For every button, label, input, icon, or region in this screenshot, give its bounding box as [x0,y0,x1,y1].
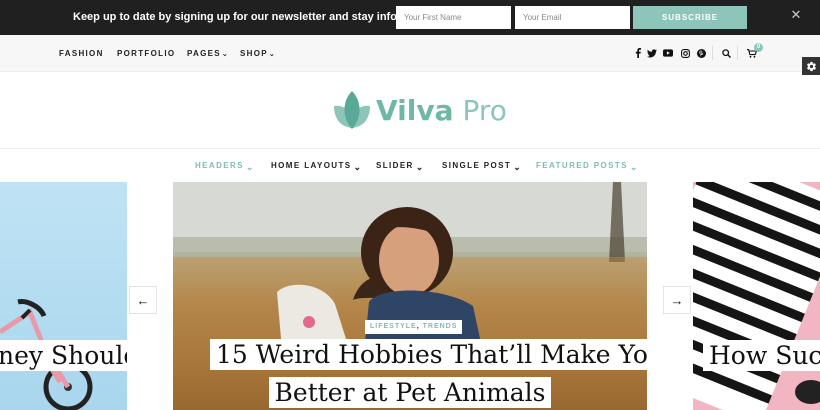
slider-prev-button[interactable]: ← [129,286,157,314]
chevron-down-icon: ⌄ [245,162,255,172]
subscribe-button[interactable]: SUBSCRIBE [633,6,747,29]
first-name-input[interactable] [396,6,511,29]
main-nav-featured-posts[interactable]: FEATURED POSTS ⌄ [536,160,639,172]
chevron-down-icon: ⌄ [629,162,639,172]
top-menu-item-fashion[interactable]: FASHION [59,49,104,58]
slide-title[interactable]: ney Should [0,340,127,371]
facebook-icon[interactable] [633,47,643,59]
chevron-down-icon: ⌄ [415,162,425,172]
category-link[interactable]: TRENDS [423,323,458,330]
newsletter-bar: Keep up to date by signing up for our ne… [0,0,820,35]
bicycle-image [0,299,93,410]
logo-name: Vilva [376,94,454,127]
instagram-icon[interactable] [680,47,690,59]
striped-notebook-image [693,182,820,410]
post-slider: ney Should 15 Weird Hobbies That’ll Make… [0,182,820,410]
youtube-icon[interactable] [663,47,673,59]
newsletter-message: Keep up to date by signing up for our ne… [73,11,427,23]
slide-previous[interactable]: ney Should [0,182,127,410]
top-menu-item-portfolio[interactable]: PORTFOLIO [117,49,175,58]
slide-next[interactable]: How Succ [693,182,820,410]
slide-current[interactable]: 15 Weird Hobbies That’ll Make You Better… [173,182,647,410]
logo-suffix: Pro [462,94,507,127]
leaf-logo-icon [334,91,370,129]
category-link[interactable]: LIFESTYLE [370,323,417,330]
top-menu-item-shop[interactable]: SHOP⌄ [240,49,276,58]
arrow-left-icon: ← [136,292,150,308]
chevron-down-icon: ⌄ [221,51,230,58]
main-nav-headers[interactable]: HEADERS ⌄ [195,160,255,172]
arrow-right-icon: → [670,292,684,308]
divider [712,46,713,60]
pinterest-icon[interactable] [696,47,706,59]
chevron-down-icon: ⌄ [513,162,523,172]
slide-title-line-2[interactable]: Better at Pet Animals [268,377,552,409]
settings-toggle[interactable] [802,57,820,75]
main-nav-slider[interactable]: SLIDER ⌄ [376,160,425,172]
divider [737,46,738,60]
close-icon[interactable]: ✕ [789,8,803,22]
twitter-icon[interactable] [647,47,657,59]
chevron-down-icon: ⌄ [268,51,277,58]
search-icon[interactable] [721,47,731,59]
slide-title[interactable]: How Succ [703,340,820,371]
site-logo[interactable]: Vilva Pro [330,88,507,134]
main-nav-single-post[interactable]: SINGLE POST ⌄ [442,160,523,172]
slide-title-line-1[interactable]: 15 Weird Hobbies That’ll Make You [210,339,647,370]
email-input[interactable] [515,6,630,29]
top-menu-item-pages[interactable]: PAGES⌄ [187,49,229,58]
slider-next-button[interactable]: → [663,286,691,314]
category-tags: LIFESTYLE, TRENDS [365,320,463,334]
main-nav-home-layouts[interactable]: HOME LAYOUTS ⌄ [271,160,363,172]
cart-count-badge: 0 [754,43,763,52]
chevron-down-icon: ⌄ [353,162,363,172]
divider [0,148,820,149]
gear-icon [806,61,816,71]
top-menu: FASHION PORTFOLIO PAGES⌄ SHOP⌄ [0,35,820,72]
